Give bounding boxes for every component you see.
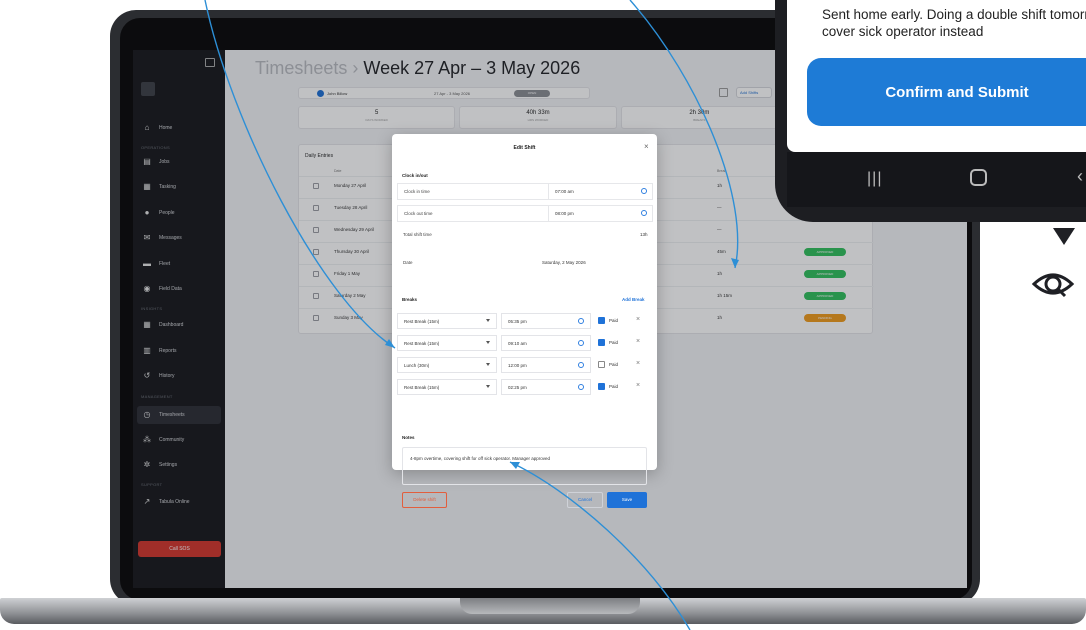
chevron-down-icon <box>486 319 490 322</box>
eye-search-icon <box>1031 273 1075 298</box>
break-type-select[interactable]: Lunch (30m) <box>397 357 497 373</box>
date-label: Date <box>403 260 413 265</box>
paid-checkbox[interactable]: Paid <box>598 339 618 346</box>
total-shift-label: Total shift time <box>403 232 432 237</box>
chevron-down-icon <box>486 341 490 344</box>
delete-shift-button[interactable]: Delete shift <box>402 492 447 508</box>
break-type-value: Rest Break (15m) <box>404 319 440 324</box>
recent-apps-icon[interactable]: ||| <box>867 170 882 188</box>
marketing-composite: ⌂ Home OPERATIONS ▤ Jobs ▦ Tasking ● People … <box>0 0 1086 630</box>
paid-checkbox[interactable]: Paid <box>598 383 618 390</box>
laptop-notch <box>460 598 640 614</box>
clock-in-value: 07:00 am <box>555 189 574 194</box>
break-time-input[interactable]: 02:25 pm <box>501 379 591 395</box>
clock-out-field: Clock out time 08:00 pm <box>397 205 653 222</box>
paid-label: Paid <box>609 340 619 345</box>
chevron-down-icon <box>486 385 490 388</box>
triangle-pointer-icon <box>1053 228 1075 245</box>
break-row: Rest Break (15m) 05:35 pm Paid × <box>397 313 653 329</box>
break-type-select[interactable]: Rest Break (15m) <box>397 335 497 351</box>
chevron-down-icon <box>486 363 490 366</box>
break-type-select[interactable]: Rest Break (15m) <box>397 313 497 329</box>
paid-label: Paid <box>609 318 619 323</box>
clock-icon[interactable] <box>578 340 584 346</box>
clock-section-title: Clock in/out <box>402 173 428 178</box>
break-time-input[interactable]: 09:10 am <box>501 335 591 351</box>
back-icon[interactable]: ‹ <box>1077 166 1083 187</box>
date-value[interactable]: Saturday, 2 May 2026 <box>542 260 586 265</box>
break-time-value: 09:10 am <box>508 341 527 346</box>
add-break-button[interactable]: Add Break <box>622 297 645 302</box>
clock-in-label: Clock in time <box>404 189 430 194</box>
total-shift-value: 13h <box>640 232 648 237</box>
clock-out-value: 08:00 pm <box>555 211 574 216</box>
phone-note-text: Sent home early. Doing a double shift to… <box>822 7 1086 39</box>
notes-label: Notes <box>402 435 415 440</box>
clock-icon[interactable] <box>641 210 647 216</box>
edit-shift-modal: Edit Shift × Clock in/out Clock in time … <box>392 134 657 508</box>
clock-out-input[interactable]: 08:00 pm <box>548 206 653 221</box>
clock-in-input[interactable]: 07:00 am <box>548 184 653 199</box>
phone-nav-bar: ||| ‹ <box>787 152 1086 207</box>
break-time-input[interactable]: 12:00 pm <box>501 357 591 373</box>
checkbox-unchecked-icon <box>598 361 605 368</box>
break-row: Lunch (30m) 12:00 pm Paid × <box>397 357 653 373</box>
break-time-value: 05:35 pm <box>508 319 527 324</box>
close-icon[interactable]: × <box>644 142 649 151</box>
breaks-section-title: Breaks <box>402 297 418 302</box>
remove-break-icon[interactable]: × <box>636 338 640 345</box>
paid-label: Paid <box>609 362 619 367</box>
break-time-value: 02:25 pm <box>508 385 527 390</box>
notes-textarea[interactable]: 4-8pm overtime, covering shift for off s… <box>402 447 647 485</box>
clock-icon[interactable] <box>578 362 584 368</box>
remove-break-icon[interactable]: × <box>636 316 640 323</box>
break-type-value: Lunch (30m) <box>404 363 430 368</box>
break-type-select[interactable]: Rest Break (15m) <box>397 379 497 395</box>
checkbox-checked-icon <box>598 339 605 346</box>
paid-checkbox[interactable]: Paid <box>598 361 618 368</box>
save-button[interactable]: Save <box>607 492 647 508</box>
break-type-value: Rest Break (15m) <box>404 385 440 390</box>
cancel-button[interactable]: Cancel <box>567 492 603 508</box>
clock-icon[interactable] <box>578 384 584 390</box>
phone-screen: Sent home early. Doing a double shift to… <box>787 0 1086 152</box>
paid-label: Paid <box>609 384 619 389</box>
clock-out-label: Clock out time <box>404 211 433 216</box>
confirm-submit-button[interactable]: Confirm and Submit <box>807 58 1086 126</box>
clock-icon[interactable] <box>641 188 647 194</box>
break-row: Rest Break (15m) 02:25 pm Paid × <box>397 379 653 395</box>
break-row: Rest Break (15m) 09:10 am Paid × <box>397 335 653 351</box>
break-time-input[interactable]: 05:35 pm <box>501 313 591 329</box>
clock-icon[interactable] <box>578 318 584 324</box>
checkbox-checked-icon <box>598 317 605 324</box>
break-time-value: 12:00 pm <box>508 363 527 368</box>
home-button-icon[interactable] <box>970 169 987 186</box>
remove-break-icon[interactable]: × <box>636 382 640 389</box>
checkbox-checked-icon <box>598 383 605 390</box>
clock-in-field: Clock in time 07:00 am <box>397 183 653 200</box>
paid-checkbox[interactable]: Paid <box>598 317 618 324</box>
remove-break-icon[interactable]: × <box>636 360 640 367</box>
break-type-value: Rest Break (15m) <box>404 341 440 346</box>
modal-title: Edit Shift <box>513 145 536 151</box>
